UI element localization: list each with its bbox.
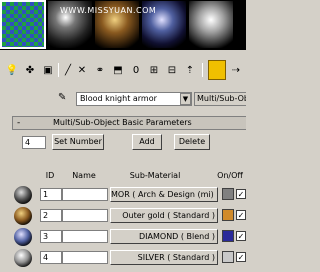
row-name-field[interactable] bbox=[62, 188, 108, 201]
add-button[interactable]: Add bbox=[132, 134, 162, 150]
on-off-checkbox[interactable]: ✓ bbox=[236, 210, 246, 220]
show-in-viewport-toggle-icon[interactable] bbox=[208, 60, 226, 80]
collapse-icon: - bbox=[17, 118, 21, 128]
row-id-field[interactable]: 3 bbox=[40, 230, 62, 243]
sub-material-button[interactable]: SILVER ( Standard ) bbox=[110, 250, 218, 265]
on-off-checkbox[interactable]: ✓ bbox=[236, 189, 246, 199]
table-row: 2 Outer gold ( Standard ) ✓ bbox=[12, 207, 246, 225]
table-row: 4 SILVER ( Standard ) ✓ bbox=[12, 249, 246, 267]
row-id-field[interactable]: 2 bbox=[40, 209, 62, 222]
column-header-sub-material: Sub-Material bbox=[129, 171, 181, 180]
sub-material-button[interactable]: Outer gold ( Standard ) bbox=[110, 208, 218, 223]
sub-material-button[interactable]: DIAMOND ( Blend ) bbox=[110, 229, 218, 244]
go-to-parent-icon[interactable]: ⇡ bbox=[182, 62, 198, 78]
show-map-icon[interactable]: ⊞ bbox=[146, 62, 162, 78]
color-swatch[interactable] bbox=[222, 209, 234, 221]
color-swatch[interactable] bbox=[222, 230, 234, 242]
material-type-button[interactable]: Multi/Sub-Object bbox=[194, 92, 246, 106]
material-slot-1[interactable] bbox=[0, 0, 46, 49]
rollout-title: Multi/Sub-Object Basic Parameters bbox=[53, 118, 192, 127]
watermark-text: WWW.MISSYUAN.COM bbox=[60, 6, 157, 15]
material-editor-toolbar: 💡 ✤ ▣ ╱ ✕ ⚭ ⬒ 0 ⊞ ⊟ ⇡ ⇢ bbox=[0, 60, 246, 82]
material-name-field[interactable]: Blood knight armor bbox=[76, 92, 192, 106]
color-swatch[interactable] bbox=[222, 251, 234, 263]
column-header-name: Name bbox=[72, 171, 96, 180]
material-slot-5[interactable] bbox=[188, 0, 234, 49]
column-header-on-off: On/Off bbox=[217, 171, 243, 180]
delete-icon[interactable]: ✕ bbox=[74, 62, 90, 78]
put-to-library-icon[interactable]: ⬒ bbox=[110, 62, 126, 78]
make-unique-icon[interactable]: ⚭ bbox=[92, 62, 108, 78]
set-number-button[interactable]: Set Number bbox=[52, 134, 104, 150]
show-end-result-icon[interactable]: ⊟ bbox=[164, 62, 180, 78]
material-id-channel-icon[interactable]: 0 bbox=[128, 62, 144, 78]
row-name-field[interactable] bbox=[62, 209, 108, 222]
row-id-field[interactable]: 4 bbox=[40, 251, 62, 264]
row-name-field[interactable] bbox=[62, 251, 108, 264]
column-header-id: ID bbox=[45, 171, 55, 180]
get-material-icon[interactable]: 💡 bbox=[4, 62, 20, 78]
chevron-down-icon[interactable]: ▼ bbox=[180, 93, 191, 105]
table-row: 1 MOR ( Arch & Design (mi) ) ✓ bbox=[12, 186, 246, 204]
sub-material-preview bbox=[14, 228, 32, 246]
sub-material-preview bbox=[14, 249, 32, 267]
put-to-scene-icon[interactable]: ✤ bbox=[22, 62, 38, 78]
assign-material-icon[interactable]: ▣ bbox=[40, 62, 56, 78]
set-number-field[interactable]: 4 bbox=[22, 136, 46, 149]
sub-material-preview bbox=[14, 207, 32, 225]
material-slots: WWW.MISSYUAN.COM bbox=[0, 0, 246, 50]
on-off-checkbox[interactable]: ✓ bbox=[236, 231, 246, 241]
row-id-field[interactable]: 1 bbox=[40, 188, 62, 201]
delete-button[interactable]: Delete bbox=[174, 134, 210, 150]
table-row: 3 DIAMOND ( Blend ) ✓ bbox=[12, 228, 246, 246]
go-forward-icon[interactable]: ⇢ bbox=[228, 62, 244, 78]
toolbar-separator bbox=[202, 63, 203, 77]
sub-material-preview bbox=[14, 186, 32, 204]
toolbar-separator bbox=[58, 63, 59, 77]
sub-material-button[interactable]: MOR ( Arch & Design (mi) ) bbox=[110, 187, 218, 202]
rollout-header[interactable]: - Multi/Sub-Object Basic Parameters bbox=[12, 116, 246, 130]
color-swatch[interactable] bbox=[222, 188, 234, 200]
on-off-checkbox[interactable]: ✓ bbox=[236, 252, 246, 262]
eyedropper-icon[interactable]: ✎ bbox=[58, 92, 72, 106]
row-name-field[interactable] bbox=[62, 230, 108, 243]
